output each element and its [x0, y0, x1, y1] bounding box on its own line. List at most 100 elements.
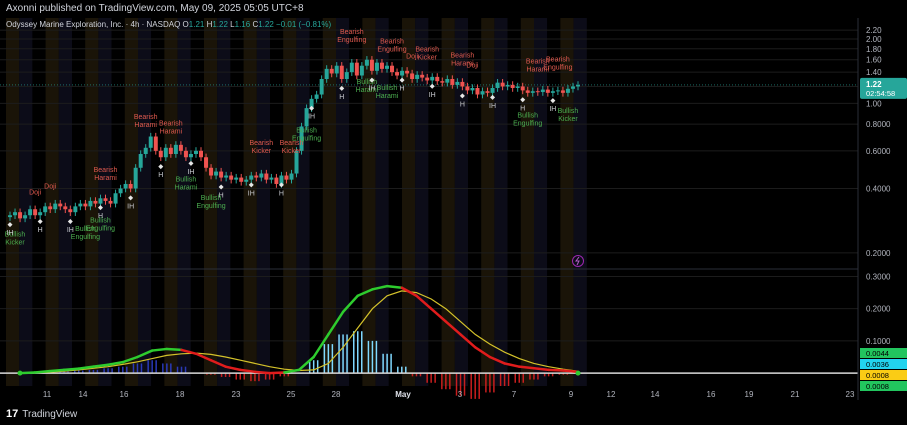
marker-label: IH: [7, 230, 14, 237]
time-axis-area: [0, 386, 907, 425]
session-band: [270, 18, 284, 386]
candle-body: [535, 91, 540, 93]
fast-signal-segment: [150, 347, 169, 352]
footer-brand[interactable]: TradingView: [22, 409, 77, 420]
pattern-label: Harami: [94, 175, 117, 182]
candle-body: [88, 200, 93, 207]
candle-body: [204, 157, 209, 168]
bar-countdown: 02:54:58: [866, 89, 895, 98]
candle-body: [455, 81, 460, 85]
price-tick-label: 1.40: [866, 68, 882, 77]
session-band: [283, 18, 297, 386]
candle-body: [425, 77, 430, 81]
pattern-label: Bullish: [517, 112, 538, 119]
marker-label: IH: [368, 86, 375, 93]
pattern-label: Harami: [134, 122, 157, 129]
candle-body: [520, 86, 525, 91]
candle-body: [33, 209, 38, 216]
pattern-label: Bullish: [176, 177, 197, 184]
session-band: [362, 18, 376, 386]
marker-label: H: [460, 101, 465, 108]
candle-body: [199, 150, 204, 158]
pattern-label: Engulfing: [543, 65, 572, 72]
candle-body: [550, 91, 555, 93]
candle-body: [485, 91, 490, 93]
candle-body: [53, 203, 58, 210]
candle-body: [410, 73, 415, 80]
marker-label: IH: [127, 203, 134, 210]
candle-body: [148, 136, 153, 148]
pattern-label: Engulfing: [292, 136, 321, 143]
fast-signal-segment: [268, 371, 286, 375]
session-band: [441, 18, 455, 386]
candle-body: [73, 206, 78, 213]
candle-body: [163, 147, 168, 158]
candle-body: [314, 94, 319, 99]
fast-signal-segment: [562, 369, 580, 374]
candle-body: [560, 90, 565, 93]
session-band: [256, 18, 270, 386]
candle-body: [329, 68, 334, 74]
candle-body: [43, 206, 48, 213]
candle-body: [193, 150, 198, 154]
fast-signal-segment: [165, 347, 183, 352]
candle-body: [224, 175, 229, 178]
session-band: [507, 18, 521, 386]
pattern-label: Harami: [160, 128, 183, 135]
published-text: Axonni published on TradingView.com, May…: [6, 3, 304, 14]
candle-body: [244, 179, 249, 182]
candle-body: [475, 88, 480, 95]
candle-body: [390, 65, 395, 73]
session-band: [547, 18, 561, 386]
candle-body: [153, 136, 158, 151]
candle-body: [540, 89, 545, 93]
candle-body: [495, 82, 500, 89]
session-band: [58, 18, 72, 386]
candle-body: [430, 76, 435, 81]
candle-body: [93, 200, 98, 204]
pattern-label: Engulfing: [196, 203, 225, 210]
symbol-legend: Odyssey Marine Exploration, Inc. · 4h · …: [6, 20, 331, 29]
pattern-label: Kicker: [558, 116, 578, 123]
price-tick-label: 1.60: [866, 56, 882, 65]
candle-body: [415, 74, 420, 80]
cross-dot: [17, 370, 23, 376]
candle-body: [344, 72, 349, 80]
candle-body: [269, 177, 274, 180]
pattern-label: Engulfing: [86, 226, 115, 233]
session-band: [6, 18, 20, 386]
candle-body: [349, 62, 354, 73]
fast-signal-segment: [62, 367, 80, 372]
candle-body: [8, 215, 12, 218]
candle-body: [545, 89, 550, 93]
session-band: [375, 18, 389, 386]
candle-body: [339, 65, 344, 80]
candle-body: [450, 79, 455, 85]
candle-body: [576, 84, 580, 87]
candle-body: [178, 144, 183, 151]
candle-body: [239, 177, 244, 182]
fast-signal-segment: [48, 368, 66, 373]
candle-body: [334, 65, 339, 74]
footer: 17 TradingView: [6, 408, 77, 420]
candle-body: [83, 203, 88, 207]
session-band: [481, 18, 495, 386]
marker-label: IH: [67, 227, 74, 234]
publisher-bar: Axonni published on TradingView.com, May…: [0, 0, 907, 18]
session-band: [309, 18, 323, 386]
symbol-name[interactable]: Odyssey Marine Exploration, Inc. · 4h · …: [6, 20, 180, 29]
osc-tick-label: 0.3000: [866, 272, 891, 281]
candle-body: [505, 84, 510, 87]
candle-body: [445, 79, 450, 83]
candle-body: [143, 147, 148, 154]
candle-body: [374, 62, 379, 71]
marker-label: H: [38, 227, 43, 234]
candle-body: [183, 150, 188, 158]
candle-body: [128, 183, 133, 189]
candle-body: [188, 153, 193, 158]
candle-body: [118, 188, 123, 194]
marker-label: IH: [549, 106, 556, 113]
session-band: [230, 18, 244, 386]
session-band: [573, 18, 587, 386]
tradingview-logo-icon[interactable]: 17: [6, 408, 18, 420]
